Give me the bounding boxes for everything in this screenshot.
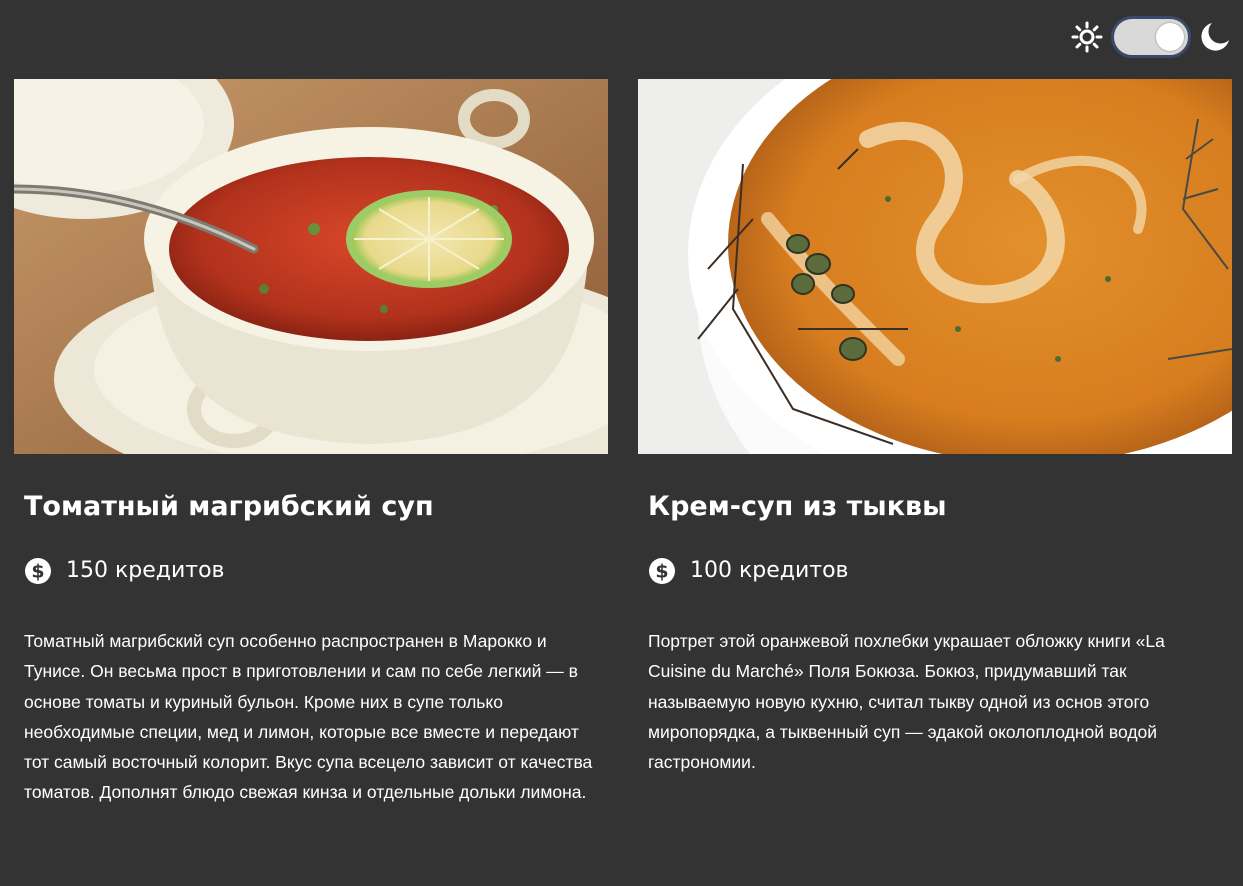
card-description: Портрет этой оранжевой похлебки украшает…	[648, 631, 1165, 773]
card-description: Томатный магрибский суп особенно распрос…	[24, 631, 593, 803]
pumpkin-soup-image	[638, 79, 1232, 454]
svg-text:$: $	[31, 561, 44, 583]
sun-icon	[1071, 21, 1103, 53]
dollar-coin-icon: $	[649, 558, 675, 584]
recipe-card: Крем-суп из тыквы $ 100 кредитов Портрет…	[638, 79, 1232, 808]
price-text: 100 кредитов	[690, 558, 849, 583]
price-text: 150 кредитов	[66, 558, 225, 583]
theme-switch[interactable]	[1111, 16, 1191, 58]
card-title: Крем-суп из тыквы	[648, 491, 947, 522]
theme-toggle	[1071, 16, 1231, 58]
price: $ 150 кредитов	[24, 556, 598, 586]
dollar-coin-icon: $	[25, 558, 51, 584]
price: $ 100 кредитов	[648, 556, 1222, 586]
recipe-card: Томатный магрибский суп $ 150 кредитов Т…	[14, 79, 608, 808]
card-body: Крем-суп из тыквы $ 100 кредитов Портрет…	[638, 454, 1232, 777]
tomato-soup-image	[14, 79, 608, 454]
svg-text:$: $	[655, 561, 668, 583]
card-list: Томатный магрибский суп $ 150 кредитов Т…	[14, 79, 1232, 808]
switch-knob	[1156, 23, 1184, 51]
card-title: Томатный магрибский суп	[24, 491, 434, 522]
card-body: Томатный магрибский суп $ 150 кредитов Т…	[14, 454, 608, 808]
moon-icon	[1201, 23, 1229, 51]
